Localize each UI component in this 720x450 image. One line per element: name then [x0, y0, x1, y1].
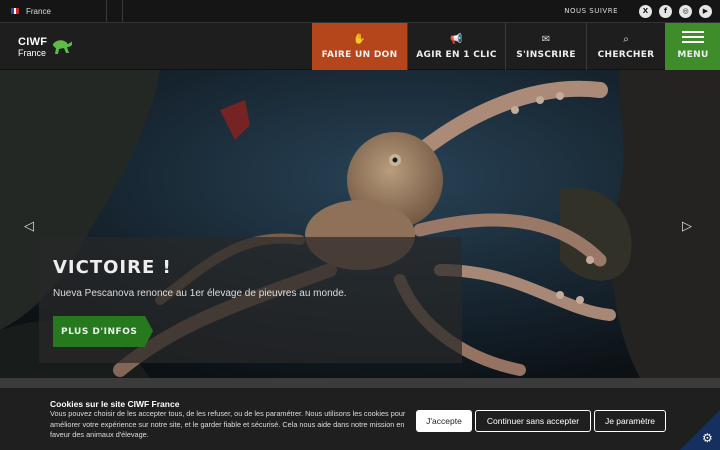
- instagram-icon[interactable]: ◎: [679, 4, 692, 18]
- language-selector[interactable]: France: [0, 0, 107, 22]
- cookie-title: Cookies sur le site CIWF France: [50, 399, 180, 409]
- follow-label: NOUS SUIVRE: [564, 7, 618, 15]
- search-button[interactable]: ⌕ CHERCHER: [586, 23, 665, 70]
- facebook-icon[interactable]: f: [659, 4, 672, 18]
- menu-button[interactable]: MENU: [665, 23, 720, 70]
- logo-line1: CIWF: [18, 36, 48, 48]
- envelope-icon: ✉: [541, 34, 551, 45]
- cookie-settings-button[interactable]: Je paramètre: [594, 410, 666, 432]
- french-flag-icon: [11, 8, 20, 14]
- act-label: AGIR EN 1 CLIC: [416, 50, 497, 60]
- donate-label: FAIRE UN DON: [321, 50, 398, 60]
- gear-icon: ⚙: [702, 431, 713, 445]
- x-icon[interactable]: X: [639, 4, 652, 18]
- hero-slider: ◁ ▷ VICTOIRE ! Nueva Pescanova renonce a…: [0, 70, 720, 378]
- top-bar: France NOUS SUIVRE X f ◎ ▶: [0, 0, 720, 22]
- hero-text: Nueva Pescanova renonce au 1er élevage d…: [53, 288, 347, 299]
- cookie-settings-corner[interactable]: ⚙: [680, 410, 720, 450]
- top-bar-divider: [107, 0, 123, 22]
- cookie-continue-button[interactable]: Continuer sans accepter: [475, 410, 591, 432]
- subscribe-button[interactable]: ✉ S'INSCRIRE: [505, 23, 586, 70]
- main-nav: ✋ FAIRE UN DON 📢 AGIR EN 1 CLIC ✉ S'INSC…: [312, 23, 720, 70]
- logo-animal-icon: [53, 40, 72, 54]
- youtube-icon[interactable]: ▶: [699, 4, 712, 18]
- social-links: NOUS SUIVRE X f ◎ ▶: [564, 4, 720, 18]
- cookie-text: Vous pouvez choisir de les accepter tous…: [50, 409, 406, 439]
- page: France NOUS SUIVRE X f ◎ ▶ CIWF France ✋…: [0, 0, 720, 450]
- donate-button[interactable]: ✋ FAIRE UN DON: [312, 23, 407, 70]
- hero-title: VICTOIRE !: [53, 257, 172, 278]
- more-info-button[interactable]: PLUS D'INFOS: [53, 316, 153, 347]
- search-icon: ⌕: [623, 34, 629, 45]
- subscribe-label: S'INSCRIRE: [516, 50, 576, 60]
- main-header: CIWF France ✋ FAIRE UN DON 📢 AGIR EN 1 C…: [0, 22, 720, 70]
- ciwf-logo[interactable]: CIWF France: [18, 36, 78, 60]
- donate-hand-icon: ✋: [353, 34, 366, 45]
- menu-label: MENU: [677, 50, 709, 60]
- language-label: France: [26, 6, 51, 16]
- hero-caption: VICTOIRE ! Nueva Pescanova renonce au 1e…: [39, 237, 462, 363]
- search-label: CHERCHER: [597, 50, 655, 60]
- slider-prev-arrow-icon[interactable]: ◁: [24, 218, 34, 234]
- hero-bottom-strip: [0, 378, 720, 388]
- slider-next-arrow-icon[interactable]: ▷: [682, 218, 692, 234]
- cookie-banner: Cookies sur le site CIWF France Vous pou…: [0, 388, 720, 450]
- logo-line2: France: [18, 48, 47, 58]
- megaphone-icon: 📢: [450, 34, 463, 45]
- corner-triangle: [680, 410, 720, 450]
- hamburger-icon: [682, 28, 704, 46]
- act-one-click-button[interactable]: 📢 AGIR EN 1 CLIC: [407, 23, 505, 70]
- cookie-accept-button[interactable]: J'accepte: [416, 410, 472, 432]
